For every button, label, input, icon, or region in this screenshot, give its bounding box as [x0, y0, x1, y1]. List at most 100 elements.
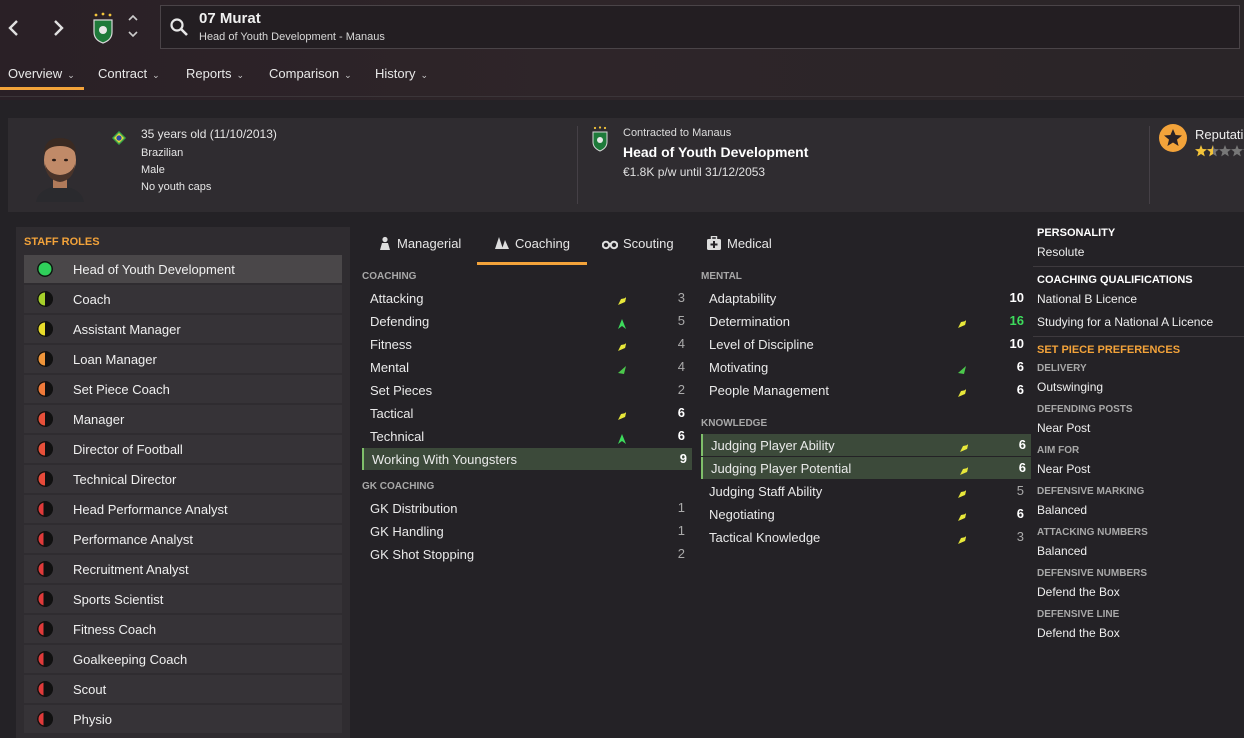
role-goalkeeping-coach[interactable]: Goalkeeping Coach — [24, 645, 342, 673]
role-suitability-icon — [37, 291, 53, 307]
attribute-value: 6 — [1018, 437, 1026, 452]
club-crest-icon[interactable] — [592, 126, 608, 152]
attribute-row-motivating[interactable]: Motivating 6 — [701, 356, 1029, 378]
attribute-row-fitness[interactable]: Fitness 4 — [362, 333, 690, 355]
attribute-row-tactical[interactable]: Tactical 6 — [362, 402, 690, 424]
role-head-performance-analyst[interactable]: Head Performance Analyst — [24, 495, 342, 523]
role-suitability-icon — [37, 531, 53, 547]
divider — [1149, 126, 1150, 204]
attribute-value: 1 — [677, 500, 685, 515]
attribute-row-people-management[interactable]: People Management 6 — [701, 379, 1029, 401]
delivery-value: Outswinging — [1037, 380, 1104, 394]
qualification-studying: Studying for a National A Licence — [1037, 315, 1214, 329]
tab-label: Comparison — [269, 66, 340, 81]
role-sports-scientist[interactable]: Sports Scientist — [24, 585, 342, 613]
attribute-row-working-with-youngsters[interactable]: Working With Youngsters 9 — [362, 448, 692, 470]
attribute-row-set-pieces[interactable]: Set Pieces 2 — [362, 379, 690, 401]
tab-label: Contract — [98, 66, 148, 81]
attribute-row-negotiating[interactable]: Negotiating 6 — [701, 503, 1029, 525]
chevron-right-icon[interactable] — [44, 14, 72, 42]
gk-coaching-section-title: GK COACHING — [362, 481, 435, 492]
attribute-row-gk-distribution[interactable]: GK Distribution 1 — [362, 497, 690, 519]
age-dob: 35 years old (11/10/2013) — [141, 127, 277, 141]
attribute-row-determination[interactable]: Determination 16 — [701, 310, 1029, 332]
defensive-marking-value: Balanced — [1037, 503, 1088, 517]
club-crest-icon[interactable] — [92, 12, 114, 44]
role-label: Fitness Coach — [73, 622, 157, 637]
tab-comparison[interactable]: Comparison ⌄ — [269, 66, 352, 81]
attribute-name: Negotiating — [709, 507, 775, 522]
tab-coaching[interactable]: Coaching — [494, 236, 570, 262]
coaching-section-title: COACHING — [362, 271, 417, 282]
role-assistant-manager[interactable]: Assistant Manager — [24, 315, 342, 343]
role-performance-analyst[interactable]: Performance Analyst — [24, 525, 342, 553]
tab-managerial[interactable]: Managerial — [378, 236, 461, 262]
staff-roles-title: STAFF ROLES — [24, 236, 100, 248]
divider — [1033, 336, 1244, 337]
attribute-name: GK Distribution — [370, 501, 458, 516]
role-label: Manager — [73, 412, 125, 427]
tab-reports[interactable]: Reports ⌄ — [186, 66, 244, 81]
attribute-value: 3 — [1016, 529, 1024, 544]
attribute-row-defending[interactable]: Defending 5 — [362, 310, 690, 332]
attribute-row-tactical-knowledge[interactable]: Tactical Knowledge 3 — [701, 526, 1029, 548]
nationality: Brazilian — [141, 147, 184, 159]
cone-icon — [495, 237, 509, 249]
arrow-trend-icon — [957, 486, 967, 498]
staff-name: 07 Murat — [199, 10, 261, 27]
role-physio[interactable]: Physio — [24, 705, 342, 733]
tab-scouting[interactable]: Scouting — [601, 236, 674, 262]
role-label: Head Performance Analyst — [73, 502, 228, 517]
role-technical-director[interactable]: Technical Director — [24, 465, 342, 493]
wage-contract: €1.8K p/w until 31/12/2053 — [623, 165, 766, 179]
role-suitability-icon — [37, 471, 53, 487]
search-icon[interactable] — [169, 17, 189, 37]
staff-search-box[interactable]: 07 Murat Head of Youth Development - Man… — [160, 5, 1240, 49]
set-piece-preferences-title: SET PIECE PREFERENCES — [1037, 344, 1181, 356]
tab-history[interactable]: History ⌄ — [375, 66, 428, 81]
attribute-row-judging-player-ability[interactable]: Judging Player Ability 6 — [701, 434, 1031, 456]
cycle-staff-arrows[interactable] — [126, 12, 140, 44]
aim-for-value: Near Post — [1037, 462, 1091, 476]
role-suitability-icon — [37, 351, 53, 367]
role-director-of-football[interactable]: Director of Football — [24, 435, 342, 463]
attribute-row-mental[interactable]: Mental 4 — [362, 356, 690, 378]
mental-section-title: MENTAL — [701, 271, 742, 282]
attribute-name: Working With Youngsters — [372, 452, 517, 467]
role-label: Sports Scientist — [73, 592, 164, 607]
staff-info-card: 35 years old (11/10/2013) Brazilian Male… — [8, 118, 1244, 212]
role-coach[interactable]: Coach — [24, 285, 342, 313]
attribute-row-attacking[interactable]: Attacking 3 — [362, 287, 690, 309]
tab-medical[interactable]: Medical — [706, 235, 772, 262]
role-recruitment-analyst[interactable]: Recruitment Analyst — [24, 555, 342, 583]
attribute-name: GK Shot Stopping — [370, 547, 475, 562]
arrow-trend-icon — [959, 440, 969, 452]
role-scout[interactable]: Scout — [24, 675, 342, 703]
role-manager[interactable]: Manager — [24, 405, 342, 433]
attribute-row-gk-handling[interactable]: GK Handling 1 — [362, 520, 690, 542]
attribute-row-technical[interactable]: Technical 6 — [362, 425, 690, 447]
role-set-piece-coach[interactable]: Set Piece Coach — [24, 375, 342, 403]
tab-contract[interactable]: Contract ⌄ — [98, 66, 160, 81]
attribute-value: 10 — [1009, 336, 1024, 351]
role-suitability-icon — [37, 561, 53, 577]
tab-overview[interactable]: Overview ⌄ — [8, 66, 75, 81]
chevron-down-icon: ⌄ — [420, 70, 428, 80]
attribute-row-judging-player-potential[interactable]: Judging Player Potential 6 — [701, 457, 1031, 479]
attribute-row-judging-staff-ability[interactable]: Judging Staff Ability 5 — [701, 480, 1029, 502]
attribute-value: 1 — [677, 523, 685, 538]
gender: Male — [141, 164, 165, 176]
attribute-row-adaptability[interactable]: Adaptability 10 — [701, 287, 1029, 309]
medical-kit-icon — [707, 235, 721, 250]
attribute-value: 5 — [1016, 483, 1024, 498]
arrow-trend-icon — [617, 362, 627, 374]
attribute-value: 2 — [677, 546, 685, 561]
role-head-of-youth-development[interactable]: Head of Youth Development — [24, 255, 342, 283]
attribute-name: Tactical Knowledge — [709, 530, 821, 545]
role-loan-manager[interactable]: Loan Manager — [24, 345, 342, 373]
chevron-left-icon[interactable] — [0, 14, 28, 42]
attribute-name: Fitness — [370, 337, 412, 352]
role-fitness-coach[interactable]: Fitness Coach — [24, 615, 342, 643]
attribute-row-gk-shot-stopping[interactable]: GK Shot Stopping 2 — [362, 543, 690, 565]
attribute-row-level-of-discipline[interactable]: Level of Discipline 10 — [701, 333, 1029, 355]
